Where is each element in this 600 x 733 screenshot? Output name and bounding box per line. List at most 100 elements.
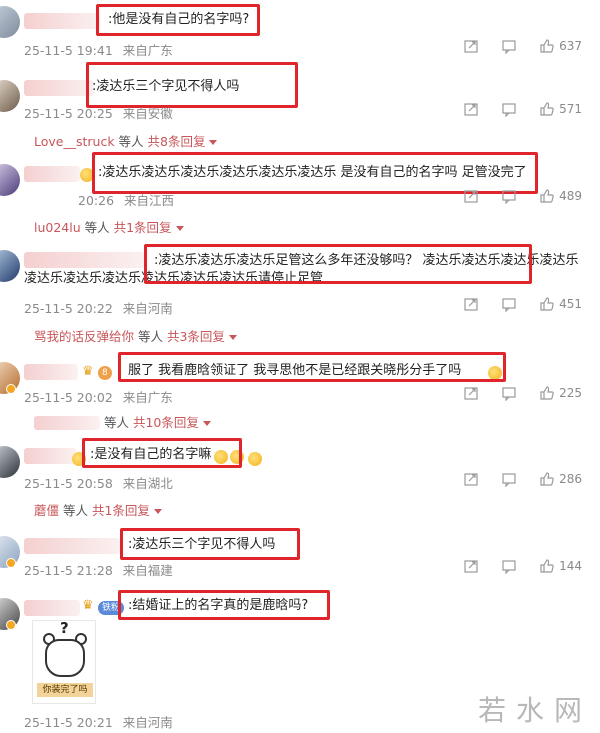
reply-summary[interactable]: Love__struck 等人 共8条回复 xyxy=(34,131,218,150)
share-button[interactable] xyxy=(463,101,479,117)
reply-summary[interactable]: 骂我的话反弹给你 等人 共3条回复 xyxy=(34,326,237,345)
comment-date: 25-11-5 21:28 xyxy=(24,563,113,578)
comment-location: 来自安徽 xyxy=(122,106,173,121)
reply-summary[interactable]: 等人 共10条回复 xyxy=(34,412,211,431)
comment-meta: 25-11-5 19:41 来自广东 xyxy=(24,40,179,59)
highlight-box xyxy=(118,352,506,382)
share-button[interactable] xyxy=(463,188,479,204)
highlight-box xyxy=(120,528,300,560)
comment-button[interactable] xyxy=(501,38,517,54)
like-button[interactable]: 637 xyxy=(539,38,582,54)
comment-button[interactable] xyxy=(501,385,517,401)
comment-actions: 286 xyxy=(463,471,582,487)
expand-replies-link[interactable]: 共10条回复 xyxy=(133,415,199,430)
chevron-down-icon xyxy=(175,226,184,231)
like-count: 637 xyxy=(559,39,582,53)
username[interactable] xyxy=(24,364,78,380)
comment-button[interactable] xyxy=(501,471,517,487)
reply-user[interactable]: 蘑僵 xyxy=(34,503,59,518)
comment-icon xyxy=(502,560,516,574)
comment-icon xyxy=(502,387,516,401)
like-icon xyxy=(540,102,554,116)
share-icon xyxy=(464,560,478,573)
like-count: 489 xyxy=(559,189,582,203)
highlight-box xyxy=(82,438,242,468)
comment-button[interactable] xyxy=(501,101,517,117)
comment-date: 25-11-5 20:21 xyxy=(24,715,113,730)
comment-date: 25-11-5 19:41 xyxy=(24,43,113,58)
sticker-image[interactable]: ? 你装完了吗 xyxy=(32,619,96,704)
reply-user[interactable]: 骂我的话反弹给你 xyxy=(34,329,134,344)
comment-meta: 25-11-5 20:58 来自湖北 xyxy=(24,473,179,492)
username[interactable] xyxy=(24,538,120,554)
expand-replies-link[interactable]: 共1条回复 xyxy=(92,503,150,518)
emoji-icon xyxy=(248,452,262,466)
reply-summary[interactable]: lu024lu 等人 共1条回复 xyxy=(34,217,184,236)
comment-date: 20:26 xyxy=(78,193,115,208)
question-mark-icon: ? xyxy=(60,619,69,637)
like-icon xyxy=(540,297,554,311)
like-count: 571 xyxy=(559,102,582,116)
avatar[interactable] xyxy=(0,250,20,282)
chevron-down-icon xyxy=(228,335,237,340)
like-icon xyxy=(540,559,554,573)
reply-suffix: 等人 xyxy=(59,503,92,518)
share-icon xyxy=(464,103,478,116)
username[interactable] xyxy=(24,448,76,464)
reply-user[interactable]: lu024lu xyxy=(34,220,81,235)
like-count: 144 xyxy=(559,559,582,573)
reply-user[interactable]: Love__struck xyxy=(34,134,115,149)
comment-icon xyxy=(502,40,516,54)
comment-date: 25-11-5 20:02 xyxy=(24,390,113,405)
avatar[interactable] xyxy=(0,80,20,112)
reply-suffix: 等人 xyxy=(134,329,167,344)
share-button[interactable] xyxy=(463,385,479,401)
username[interactable] xyxy=(24,600,80,616)
vip-icon xyxy=(6,620,16,630)
expand-replies-link[interactable]: 共3条回复 xyxy=(167,329,225,344)
highlight-box xyxy=(118,590,330,620)
like-button[interactable]: 489 xyxy=(539,188,582,204)
reply-suffix: 等人 xyxy=(104,415,133,430)
expand-replies-link[interactable]: 共1条回复 xyxy=(114,220,172,235)
comment-location: 来自福建 xyxy=(122,563,173,578)
share-button[interactable] xyxy=(463,38,479,54)
comment-date: 25-11-5 20:58 xyxy=(24,476,113,491)
vip-icon xyxy=(6,558,16,568)
like-button[interactable]: 571 xyxy=(539,101,582,117)
comment-location: 来自河南 xyxy=(122,715,173,730)
comment-date: 25-11-5 20:22 xyxy=(24,301,113,316)
avatar[interactable] xyxy=(0,6,20,38)
like-button[interactable]: 225 xyxy=(539,385,582,401)
comment-actions: 489 xyxy=(463,188,582,204)
like-button[interactable]: 286 xyxy=(539,471,582,487)
username[interactable] xyxy=(24,13,100,29)
share-button[interactable] xyxy=(463,296,479,312)
reply-summary[interactable]: 蘑僵 等人 共1条回复 xyxy=(34,500,162,519)
share-button[interactable] xyxy=(463,471,479,487)
share-icon xyxy=(464,190,478,203)
comment-icon xyxy=(502,190,516,204)
comment-actions: 637 xyxy=(463,38,582,54)
reply-user[interactable] xyxy=(34,416,100,430)
share-icon xyxy=(464,40,478,53)
avatar[interactable] xyxy=(0,164,20,196)
username[interactable] xyxy=(24,80,94,96)
share-icon xyxy=(464,473,478,486)
username[interactable] xyxy=(24,166,80,182)
share-button[interactable] xyxy=(463,558,479,574)
watermark: 若水网 xyxy=(477,694,592,727)
comment-button[interactable] xyxy=(501,188,517,204)
chevron-down-icon xyxy=(202,421,211,426)
expand-replies-link[interactable]: 共8条回复 xyxy=(148,134,206,149)
like-icon xyxy=(540,472,554,486)
like-button[interactable]: 451 xyxy=(539,296,582,312)
comment-icon xyxy=(502,473,516,487)
bear-icon xyxy=(45,639,85,677)
comment-meta: 25-11-5 20:25 来自安徽 xyxy=(24,103,179,122)
like-button[interactable]: 144 xyxy=(539,558,582,574)
avatar[interactable] xyxy=(0,446,20,478)
comment-button[interactable] xyxy=(501,558,517,574)
comment-button[interactable] xyxy=(501,296,517,312)
comment-location: 来自湖北 xyxy=(122,476,173,491)
